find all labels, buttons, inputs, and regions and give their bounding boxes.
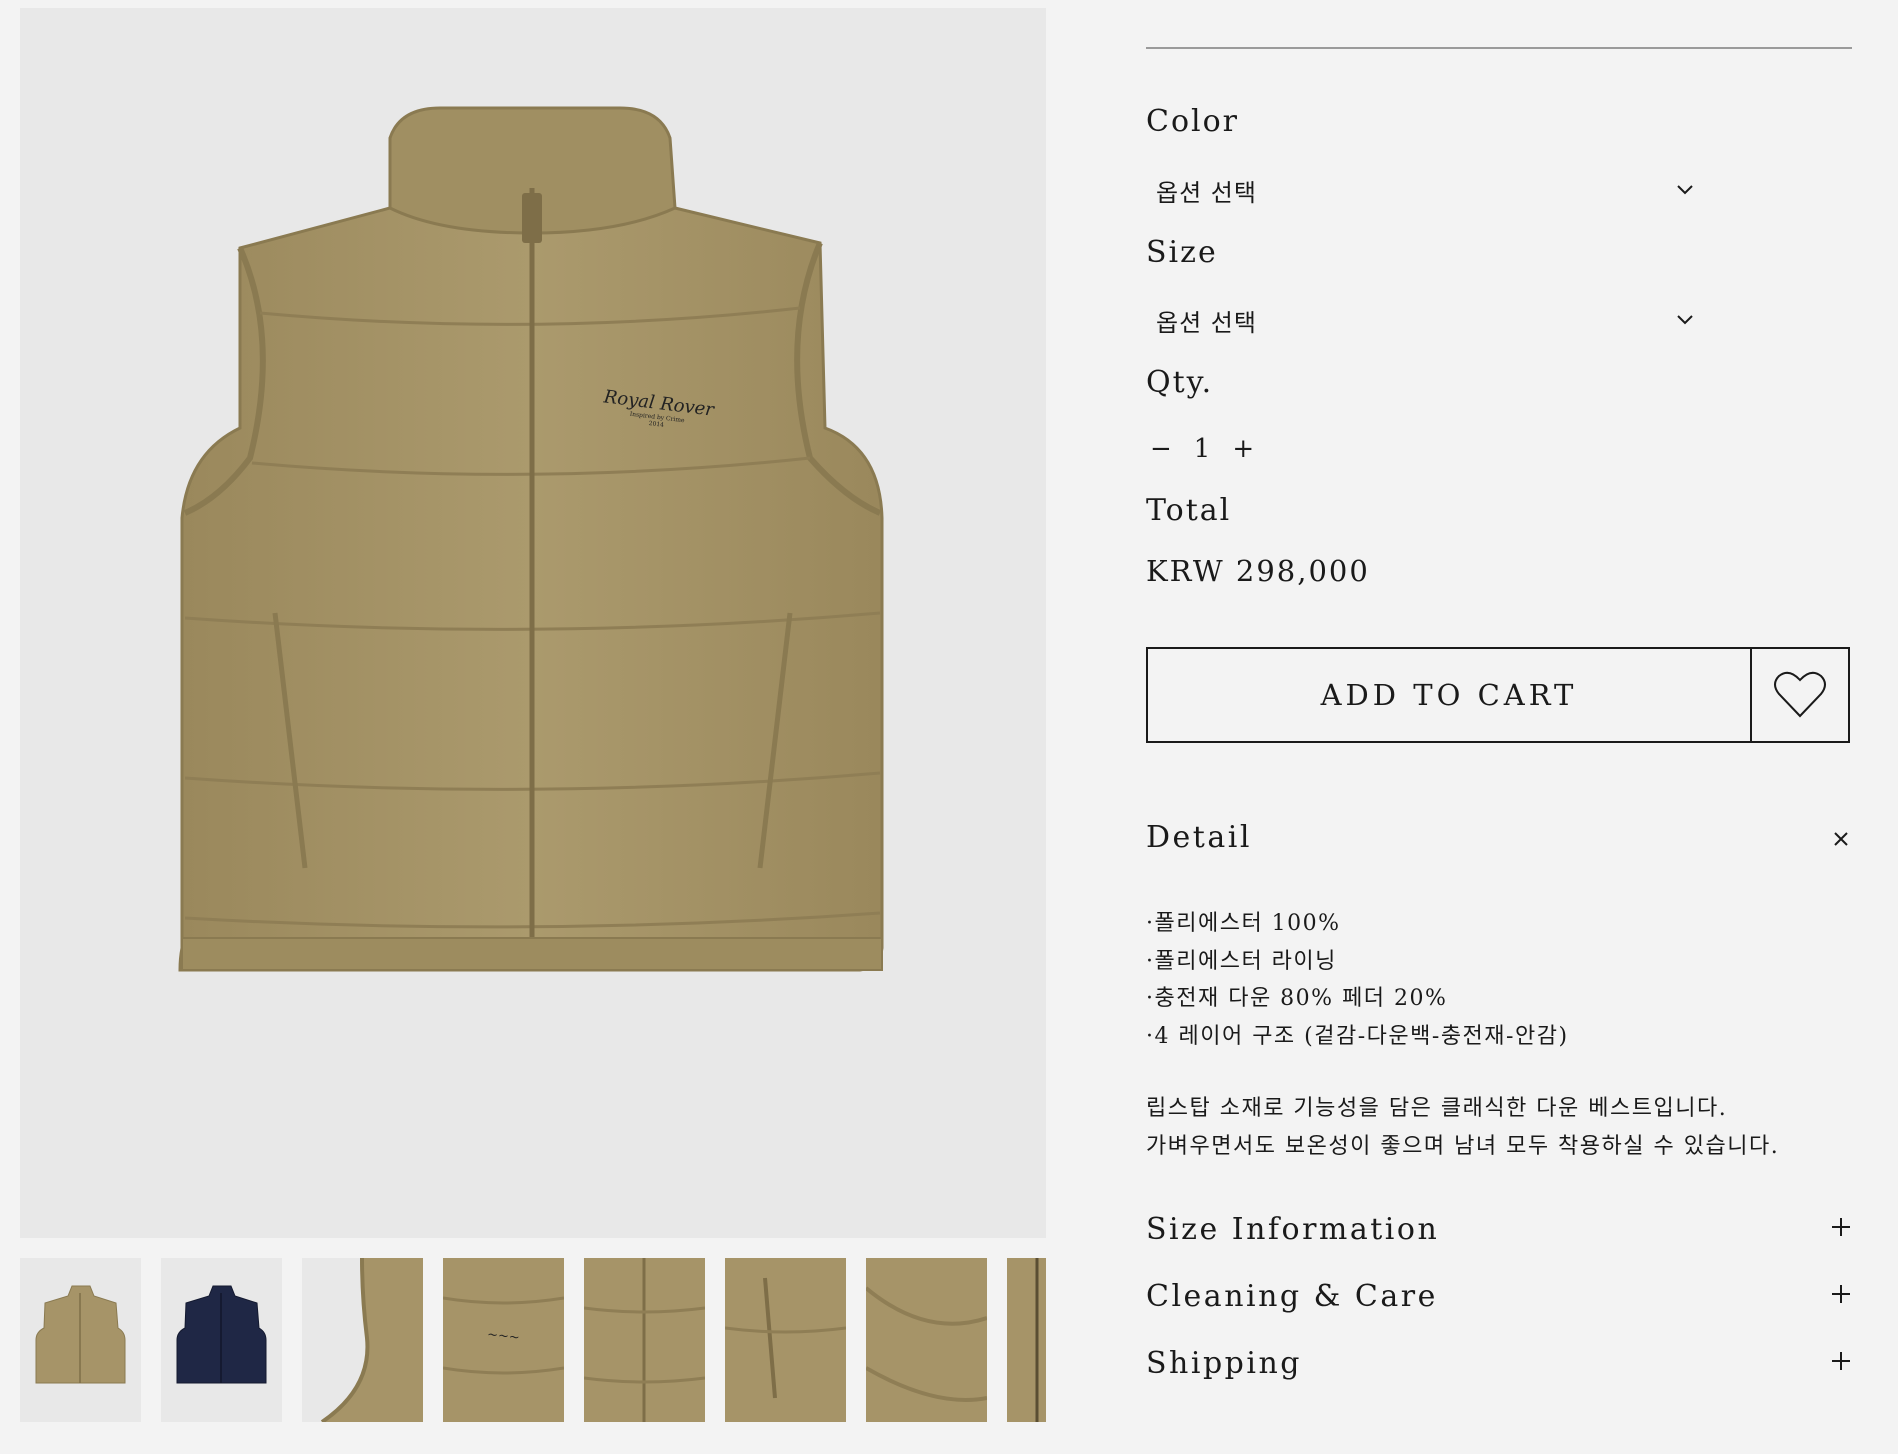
size-select[interactable]: 옵션 선택 (1146, 298, 1696, 342)
detail-accordion-title[interactable]: Detail (1146, 820, 1252, 855)
vest-illustration (178, 106, 884, 972)
heart-icon (1774, 671, 1826, 718)
thumbnail-shoulder-detail[interactable] (302, 1258, 423, 1422)
add-to-cart-button[interactable]: ADD TO CART (1148, 649, 1752, 741)
color-label: Color (1146, 104, 1240, 139)
cleaning-care-accordion[interactable]: Cleaning & Care (1146, 1279, 1438, 1314)
detail-list: ·폴리에스터 100% ·폴리에스터 라이닝 ·충전재 다운 80% 페더 20… (1146, 905, 1569, 1055)
svg-text:~~~: ~~~ (486, 1327, 520, 1345)
detail-item: ·폴리에스터 라이닝 (1146, 948, 1337, 974)
thumbnail-khaki-front[interactable] (20, 1258, 141, 1422)
size-select-value: 옵션 선택 (1156, 308, 1257, 337)
plus-icon[interactable] (1830, 1283, 1852, 1305)
cart-actions: ADD TO CART (1146, 647, 1850, 743)
main-product-image: Royal Rover Inspired by Crime 2014 (20, 8, 1046, 1238)
thumbnail-pocket-detail[interactable] (725, 1258, 846, 1422)
size-label: Size (1146, 235, 1218, 270)
divider (1146, 47, 1852, 49)
detail-item: ·충전재 다운 80% 페더 20% (1146, 986, 1448, 1011)
detail-description: 립스탑 소재로 기능성을 담은 클래식한 다운 베스트입니다. 가벼우면서도 보… (1146, 1090, 1779, 1165)
wishlist-button[interactable] (1752, 649, 1848, 741)
detail-item: ·폴리에스터 100% (1146, 911, 1341, 936)
detail-description-line: 립스탑 소재로 기능성을 담은 클래식한 다운 베스트입니다. (1146, 1096, 1728, 1121)
qty-increase-button[interactable]: + (1228, 434, 1258, 464)
shipping-accordion[interactable]: Shipping (1146, 1346, 1302, 1381)
detail-description-line: 가벼우면서도 보온성이 좋으며 남녀 모두 착용하실 수 있습니다. (1146, 1133, 1780, 1159)
thumbnail-partial-detail[interactable] (1007, 1258, 1046, 1422)
color-select[interactable]: 옵션 선택 (1146, 168, 1696, 212)
detail-item: ·4 레이어 구조 (겉감-다운백-충전재-안감) (1146, 1023, 1569, 1049)
qty-decrease-button[interactable]: − (1146, 434, 1176, 464)
thumbnail-navy-front[interactable] (161, 1258, 282, 1422)
thumbnail-strip: ~~~ (20, 1258, 1046, 1422)
total-label: Total (1146, 493, 1232, 528)
color-select-value: 옵션 선택 (1156, 178, 1257, 207)
plus-icon[interactable] (1830, 1350, 1852, 1372)
chevron-down-icon (1677, 315, 1693, 325)
chevron-down-icon (1677, 185, 1693, 195)
product-options-panel: Color 옵션 선택 Size 옵션 선택 Qty. − 1 + Total … (1146, 0, 1852, 1454)
thumbnail-logo-detail[interactable]: ~~~ (443, 1258, 564, 1422)
total-price: KRW 298,000 (1146, 554, 1370, 588)
thumbnail-fabric-detail[interactable] (866, 1258, 987, 1422)
size-information-accordion[interactable]: Size Information (1146, 1212, 1439, 1247)
qty-label: Qty. (1146, 365, 1214, 400)
quantity-stepper: − 1 + (1146, 434, 1258, 464)
close-icon[interactable] (1830, 828, 1852, 850)
qty-value[interactable]: 1 (1194, 434, 1211, 464)
thumbnail-zipper-detail[interactable] (584, 1258, 705, 1422)
plus-icon[interactable] (1830, 1216, 1852, 1238)
